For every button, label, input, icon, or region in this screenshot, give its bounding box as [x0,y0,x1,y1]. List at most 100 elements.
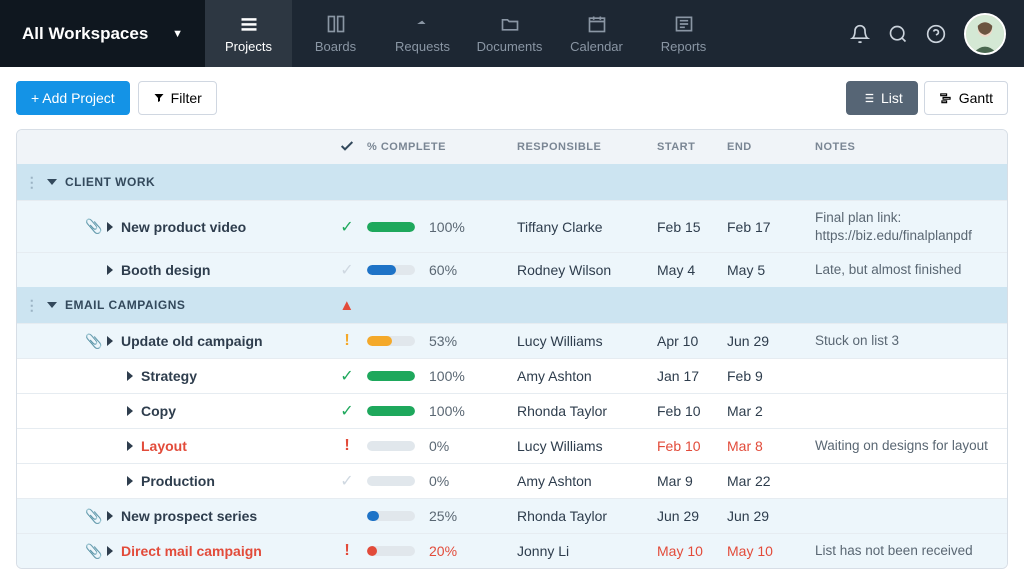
caret-right-icon[interactable] [127,441,133,451]
responsible: Rhonda Taylor [517,508,657,524]
project-table: % COMPLETE RESPONSIBLE START END NOTES ⋮… [16,129,1008,569]
start-date: Feb 10 [657,403,727,419]
caret-right-icon[interactable] [107,222,113,232]
task-name[interactable]: Strategy [141,368,197,384]
responsible: Tiffany Clarke [517,219,657,235]
start-date: May 10 [657,543,727,559]
percent-value: 0% [429,473,449,489]
table-row: 📎New product video✓100%Tiffany ClarkeFeb… [17,200,1007,252]
main-nav: Projects BoardsRequests Documents Calendar R… [205,0,727,67]
nav-label: Calendar [570,39,623,54]
percent-value: 100% [429,403,465,419]
task-name[interactable]: Booth design [121,262,210,278]
warning-icon: ! [344,437,349,454]
search-icon[interactable] [888,24,908,44]
progress: 53% [367,333,517,349]
caret-right-icon[interactable] [107,336,113,346]
caret-right-icon[interactable] [107,546,113,556]
progress: 100% [367,219,517,235]
attachment-icon: 📎 [85,333,102,350]
drag-handle-icon[interactable]: ⋮ [25,297,40,313]
table-row: 📎Update old campaign!53%Lucy WilliamsApr… [17,323,1007,358]
task-name[interactable]: Update old campaign [121,333,263,349]
avatar-image [966,15,1004,53]
percent-value: 53% [429,333,457,349]
nav-reports[interactable]: Reports [640,0,727,67]
view-toggle: List Gantt [846,81,1008,115]
nav-documents[interactable]: Documents [466,0,553,67]
check-pending-icon: ✓ [340,262,353,279]
caret-right-icon[interactable] [107,511,113,521]
task-name[interactable]: New prospect series [121,508,257,524]
nav-requests[interactable]: Requests [379,0,466,67]
check-done-icon: ✓ [340,403,353,420]
table-row: Copy✓100%Rhonda TaylorFeb 10Mar 2 [17,393,1007,428]
task-name[interactable]: Production [141,473,215,489]
gantt-label: Gantt [959,90,993,106]
nav-label: Documents [477,39,543,54]
task-name[interactable]: New product video [121,219,246,235]
caret-down-icon [47,302,57,308]
notes-text: Stuck on list 3 [815,333,899,348]
table-row: 📎New prospect series25%Rhonda TaylorJun … [17,498,1007,533]
nav-calendar[interactable]: Calendar [553,0,640,67]
drag-handle-icon[interactable]: ⋮ [25,174,40,190]
end-date: Feb 17 [727,219,815,235]
percent-value: 0% [429,438,449,454]
responsible: Rhonda Taylor [517,403,657,419]
nav-label: Projects [225,39,272,54]
group-row[interactable]: ⋮CLIENT WORK [17,164,1007,200]
header-notes: NOTES [815,141,1007,153]
notes-text: Final plan link: https://biz.edu/finalpl… [815,210,972,243]
workspace-label: All Workspaces [22,24,148,44]
notes-text: List has not been received [815,543,973,558]
start-date: Feb 15 [657,219,727,235]
task-name[interactable]: Direct mail campaign [121,543,262,559]
chevron-down-icon: ▼ [172,28,183,40]
filter-button[interactable]: Filter [138,81,217,115]
filter-label: Filter [171,90,202,106]
caret-right-icon[interactable] [107,265,113,275]
start-date: May 4 [657,262,727,278]
add-project-button[interactable]: + Add Project [16,81,130,115]
caret-right-icon[interactable] [127,371,133,381]
progress: 100% [367,368,517,384]
gantt-icon [939,91,953,105]
start-date: Jun 29 [657,508,727,524]
list-view-button[interactable]: List [846,81,918,115]
responsible: Amy Ashton [517,368,657,384]
check-pending-icon: ✓ [340,473,353,490]
nav-label: Reports [661,39,707,54]
toolbar: + Add Project Filter List Gantt [0,67,1024,129]
avatar[interactable] [964,13,1006,55]
notes-text: Waiting on designs for layout [815,438,988,453]
attachment-icon: 📎 [85,218,102,235]
task-name[interactable]: Layout [141,438,187,454]
start-date: Mar 9 [657,473,727,489]
group-name: EMAIL CAMPAIGNS [65,298,185,312]
percent-value: 60% [429,262,457,278]
task-name[interactable]: Copy [141,403,176,419]
header-start: START [657,141,727,153]
nav-boards[interactable]: Boards [292,0,379,67]
alert-triangle-icon: ▲ [339,297,354,314]
end-date: May 10 [727,543,815,559]
gantt-view-button[interactable]: Gantt [924,81,1008,115]
workspace-selector[interactable]: All Workspaces ▼ [0,0,205,67]
progress: 20% [367,543,517,559]
nav-projects[interactable]: Projects [205,0,292,67]
notes-text: Late, but almost finished [815,262,961,277]
table-row: Production✓0%Amy AshtonMar 9Mar 22 [17,463,1007,498]
responsible: Lucy Williams [517,438,657,454]
caret-right-icon[interactable] [127,476,133,486]
end-date: Jun 29 [727,508,815,524]
percent-value: 20% [429,543,457,559]
topbar: All Workspaces ▼ Projects BoardsRequests D… [0,0,1024,67]
help-icon[interactable] [926,24,946,44]
bell-icon[interactable] [850,24,870,44]
check-done-icon: ✓ [340,368,353,385]
check-done-icon: ✓ [340,219,353,236]
caret-right-icon[interactable] [127,406,133,416]
group-row[interactable]: ⋮ EMAIL CAMPAIGNS ▲ [17,287,1007,323]
progress: 0% [367,438,517,454]
